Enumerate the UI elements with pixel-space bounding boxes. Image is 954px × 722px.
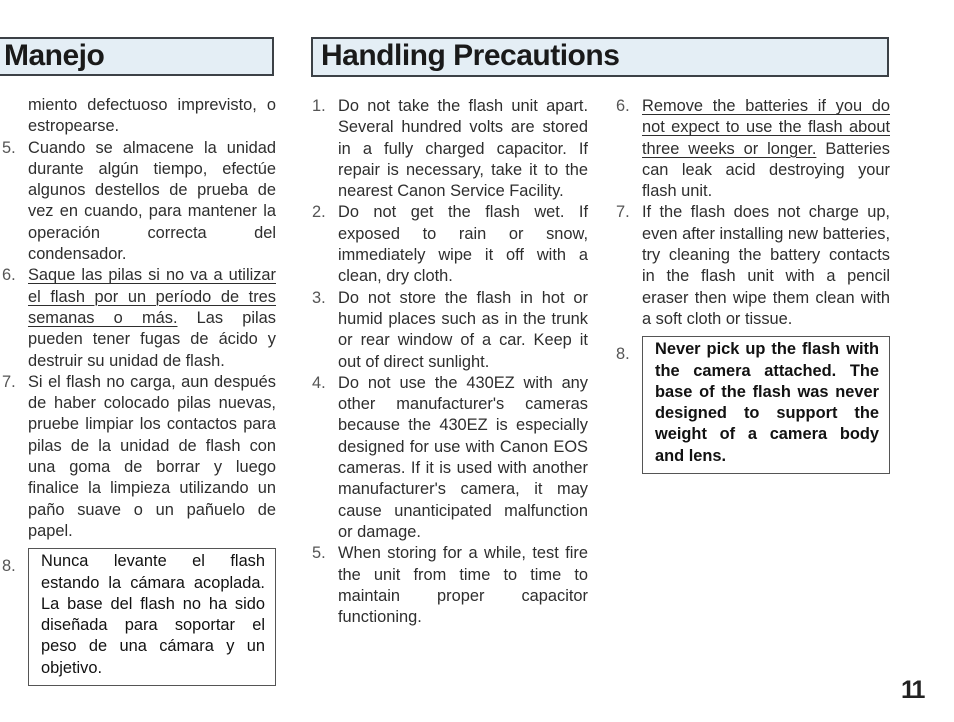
page-number: 11 (901, 676, 925, 704)
item-number: 7. (2, 372, 16, 391)
item-number: 8. (2, 557, 16, 576)
list-item: 1. Do not take the flash unit apart. Sev… (310, 96, 588, 202)
item-number: 4. (312, 373, 326, 392)
item-text: Do not use the 430EZ with any other manu… (338, 373, 588, 541)
item-text: Remove the batteries if you do not expec… (642, 96, 890, 202)
item-number: 1. (312, 97, 326, 115)
item-number: 5. (2, 138, 16, 157)
list-item: 6. Remove the batteries if you do not ex… (614, 96, 890, 202)
list-item: 8. Nunca levante el flash estando la cám… (0, 548, 276, 687)
list-item: 7. Si el flash no carga, aun después de … (0, 372, 276, 542)
item-text: Do not store the flash in hot or humid p… (338, 288, 588, 371)
section-header-english: Handling Precautions (311, 37, 889, 77)
item-number: 2. (312, 203, 326, 222)
item-text: When storing for a while, test fire the … (338, 544, 588, 627)
item-number: 6. (616, 97, 630, 115)
item-number: 5. (312, 544, 326, 563)
item-number: 7. (616, 203, 630, 222)
item-number: 8. (616, 345, 630, 364)
list-item: 5. Cuando se almacene la unidad durante … (0, 138, 276, 266)
item-text: Do not get the flash wet. If exposed to … (338, 203, 588, 286)
item-text: Do not take the flash unit apart. Severa… (338, 97, 588, 201)
item-number: 6. (2, 266, 16, 285)
item-text: Si el flash no carga, aun después de hab… (28, 372, 276, 540)
list-item: 2. Do not get the flash wet. If exposed … (310, 202, 588, 287)
item-number: 3. (312, 288, 326, 307)
spanish-column: miento defectuoso imprevisto, o estropea… (0, 95, 276, 687)
list-item: 6. Saque las pilas si no va a utilizar e… (0, 265, 276, 371)
list-item: 7. If the flash does not charge up, even… (614, 202, 890, 330)
list-item: 5. When storing for a while, test fire t… (310, 543, 588, 628)
english-column-2: 6. Remove the batteries if you do not ex… (614, 96, 890, 475)
item-text: If the flash does not charge up, even af… (642, 203, 890, 328)
boxed-warning: Nunca levante el flash estando la cámara… (28, 548, 276, 687)
list-item: 3. Do not store the flash in hot or humi… (310, 288, 588, 373)
list-item: 8. Never pick up the flash with the came… (614, 336, 890, 475)
list-item: 4. Do not use the 430EZ with any other m… (310, 373, 588, 543)
boxed-warning: Never pick up the flash with the camera … (642, 336, 890, 475)
item-text: Saque las pilas si no va a utilizar el f… (28, 265, 276, 371)
english-column-1: 1. Do not take the flash unit apart. Sev… (310, 96, 588, 628)
section-header-spanish: Manejo (0, 37, 274, 76)
item-text: Cuando se almacene la unidad durante alg… (28, 138, 276, 264)
continuation-text: miento defectuoso imprevisto, o estropea… (28, 96, 276, 136)
